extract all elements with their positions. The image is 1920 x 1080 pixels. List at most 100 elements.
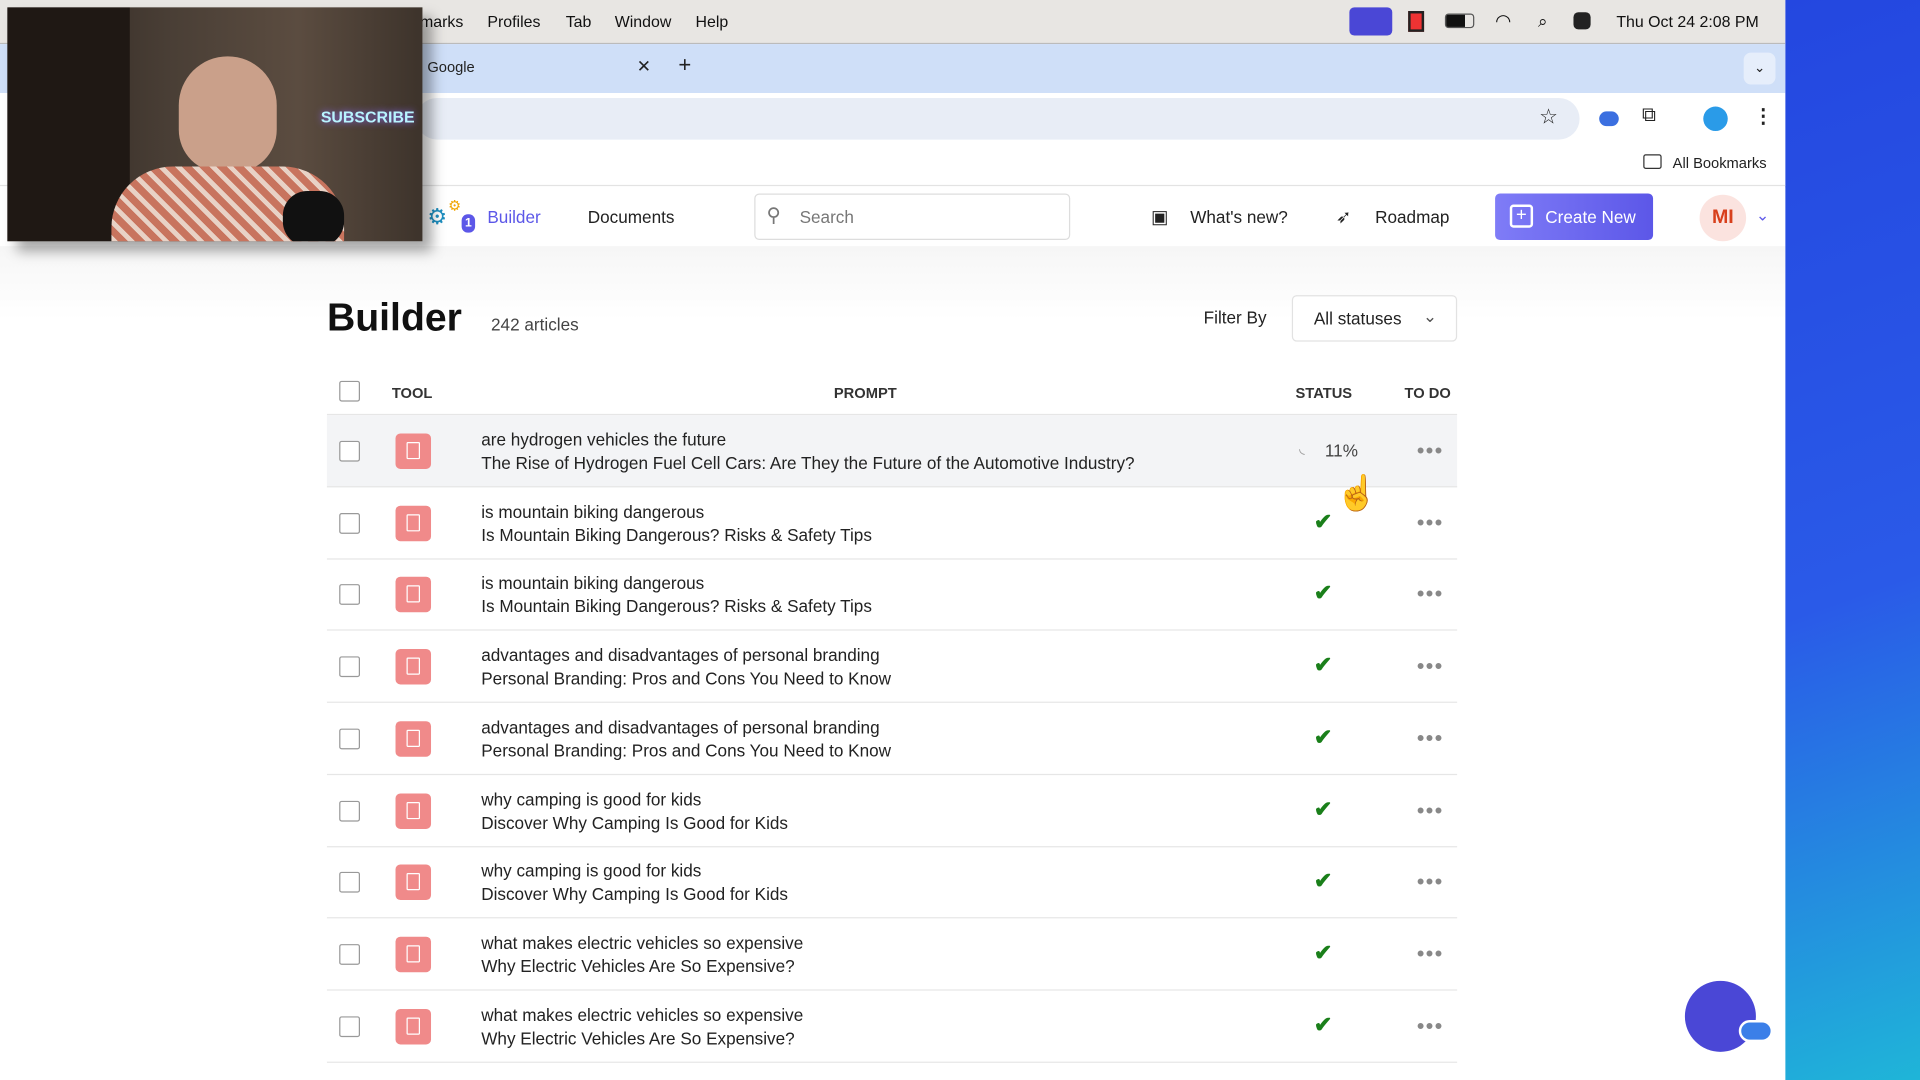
wifi-icon[interactable]: ◠ xyxy=(1495,10,1511,32)
menu-bookmarks[interactable]: marks xyxy=(420,12,463,30)
table-row[interactable]: what makes electric vehicles so expensiv… xyxy=(326,990,1458,1063)
browser-tab-google[interactable]: Google xyxy=(427,59,474,76)
more-options-icon[interactable]: ••• xyxy=(1417,511,1444,533)
row-title[interactable]: Why Electric Vehicles Are So Expensive? xyxy=(481,1028,794,1048)
row-keyword[interactable]: are hydrogen vehicles the future xyxy=(481,430,726,450)
webcam-overlay: SUBSCRIBE xyxy=(7,7,423,242)
select-all-checkbox[interactable] xyxy=(339,380,361,402)
row-keyword[interactable]: advantages and disadvantages of personal… xyxy=(481,717,879,737)
row-keyword[interactable]: advantages and disadvantages of personal… xyxy=(481,645,879,665)
row-keyword[interactable]: what makes electric vehicles so expensiv… xyxy=(481,1005,803,1025)
whats-new-link[interactable]: What's new? xyxy=(1190,207,1288,227)
all-bookmarks-link[interactable]: All Bookmarks xyxy=(1673,154,1767,171)
row-checkbox[interactable] xyxy=(339,512,361,534)
more-options-icon[interactable]: ••• xyxy=(1417,943,1444,965)
row-checkbox[interactable] xyxy=(339,943,361,965)
done-check-icon: ✔ xyxy=(1313,580,1333,606)
more-options-icon[interactable]: ••• xyxy=(1417,799,1444,821)
menu-profiles[interactable]: Profiles xyxy=(487,12,540,30)
more-options-icon[interactable]: ••• xyxy=(1417,655,1444,677)
status-filter-select[interactable]: All statuses ⌄ xyxy=(1291,295,1458,342)
address-bar[interactable] xyxy=(416,97,1580,140)
row-checkbox[interactable] xyxy=(339,800,361,822)
extension-chat-icon[interactable] xyxy=(1599,111,1619,127)
more-options-icon[interactable]: ••• xyxy=(1417,583,1444,605)
row-title[interactable]: Is Mountain Biking Dangerous? Risks & Sa… xyxy=(481,597,872,617)
document-icon xyxy=(395,505,432,541)
more-options-icon[interactable]: ••• xyxy=(1417,871,1444,893)
done-check-icon: ✔ xyxy=(1313,796,1333,822)
table-row[interactable]: is mountain biking dangerous Is Mountain… xyxy=(326,487,1458,560)
document-icon xyxy=(395,1008,432,1044)
article-count: 242 articles xyxy=(491,314,579,335)
header-tool: TOOL xyxy=(391,384,433,402)
user-avatar[interactable]: MI xyxy=(1699,194,1747,242)
row-keyword[interactable]: what makes electric vehicles so expensiv… xyxy=(481,933,803,953)
filter-label: Filter By xyxy=(1203,307,1267,327)
row-title[interactable]: Is Mountain Biking Dangerous? Risks & Sa… xyxy=(481,525,872,545)
table-row[interactable]: why camping is good for kids Discover Wh… xyxy=(326,846,1458,919)
roadmap-link[interactable]: Roadmap xyxy=(1375,207,1449,227)
row-checkbox[interactable] xyxy=(339,728,361,750)
nav-documents[interactable]: Documents xyxy=(588,207,675,227)
tab-search-chevron-icon[interactable]: ⌄ xyxy=(1743,52,1776,85)
menu-window[interactable]: Window xyxy=(615,12,672,30)
browser-window: marks Profiles Tab Window Help ◠ ⌕ Thu O… xyxy=(0,0,1786,1080)
account-chevron-down-icon[interactable]: ⌄ xyxy=(1756,206,1769,226)
chevron-down-icon: ⌄ xyxy=(1422,306,1438,326)
done-check-icon: ✔ xyxy=(1313,868,1333,893)
spinner-icon: ◟ xyxy=(1299,439,1305,457)
browser-menu-icon[interactable]: ⋮ xyxy=(1753,104,1773,128)
webcam-person-head xyxy=(178,56,277,173)
search-input[interactable]: ⚲ Search xyxy=(754,193,1071,241)
row-title[interactable]: The Rise of Hydrogen Fuel Cell Cars: Are… xyxy=(481,453,1134,473)
done-check-icon: ✔ xyxy=(1313,509,1333,534)
row-title[interactable]: Personal Branding: Pros and Cons You Nee… xyxy=(481,669,891,689)
table-row[interactable]: what makes electric vehicles so expensiv… xyxy=(326,918,1458,991)
table-row[interactable]: is mountain biking dangerous Is Mountain… xyxy=(326,559,1458,632)
table-row[interactable]: advantages and disadvantages of personal… xyxy=(326,703,1458,775)
menu-tab[interactable]: Tab xyxy=(566,12,592,30)
header-prompt: PROMPT xyxy=(833,384,897,402)
row-checkbox[interactable] xyxy=(339,440,361,462)
row-title[interactable]: Why Electric Vehicles Are So Expensive? xyxy=(481,956,794,976)
battery-icon[interactable] xyxy=(1444,13,1475,29)
table-row[interactable]: are hydrogen vehicles the future The Ris… xyxy=(326,415,1458,488)
table-header: TOOL PROMPT STATUS TO DO xyxy=(326,373,1458,416)
webcam-neon-sign: SUBSCRIBE xyxy=(320,107,415,127)
more-options-icon[interactable]: ••• xyxy=(1417,727,1444,749)
create-new-button[interactable]: + Create New xyxy=(1495,193,1654,241)
row-checkbox[interactable] xyxy=(339,656,361,678)
row-title[interactable]: Discover Why Camping Is Good for Kids xyxy=(481,812,788,832)
table-row[interactable]: advantages and disadvantages of personal… xyxy=(326,631,1458,703)
row-checkbox[interactable] xyxy=(339,584,361,606)
close-tab-icon[interactable]: ✕ xyxy=(637,56,651,77)
screen-share-icon[interactable] xyxy=(1349,7,1393,36)
row-title[interactable]: Personal Branding: Pros and Cons You Nee… xyxy=(481,741,891,761)
spotlight-search-icon[interactable]: ⌕ xyxy=(1538,11,1548,32)
row-checkbox[interactable] xyxy=(339,1015,361,1037)
menu-help[interactable]: Help xyxy=(696,12,729,30)
row-keyword[interactable]: why camping is good for kids xyxy=(481,861,701,881)
recorder-icon[interactable] xyxy=(1408,11,1425,32)
document-icon xyxy=(395,720,432,757)
new-tab-icon[interactable]: + xyxy=(678,53,691,79)
more-options-icon[interactable]: ••• xyxy=(1417,1015,1444,1037)
done-check-icon: ✔ xyxy=(1313,724,1333,750)
control-center-icon[interactable] xyxy=(1573,12,1591,30)
header-todo: TO DO xyxy=(1404,384,1451,402)
search-icon: ⚲ xyxy=(766,205,781,227)
page-title: Builder xyxy=(326,295,462,340)
more-options-icon[interactable]: ••• xyxy=(1417,440,1444,462)
row-keyword[interactable]: why camping is good for kids xyxy=(481,789,701,809)
row-checkbox[interactable] xyxy=(339,872,361,893)
profile-icon[interactable] xyxy=(1703,106,1728,132)
row-keyword[interactable]: is mountain biking dangerous xyxy=(481,502,704,522)
extensions-puzzle-icon[interactable]: ⧉ xyxy=(1642,105,1656,127)
row-keyword[interactable]: is mountain biking dangerous xyxy=(481,574,704,594)
table-row[interactable]: why camping is good for kids Discover Wh… xyxy=(326,774,1458,847)
document-icon xyxy=(395,936,432,973)
nav-builder[interactable]: Builder xyxy=(487,207,540,227)
bookmark-star-icon[interactable]: ☆ xyxy=(1539,105,1558,129)
row-title[interactable]: Discover Why Camping Is Good for Kids xyxy=(481,884,788,904)
